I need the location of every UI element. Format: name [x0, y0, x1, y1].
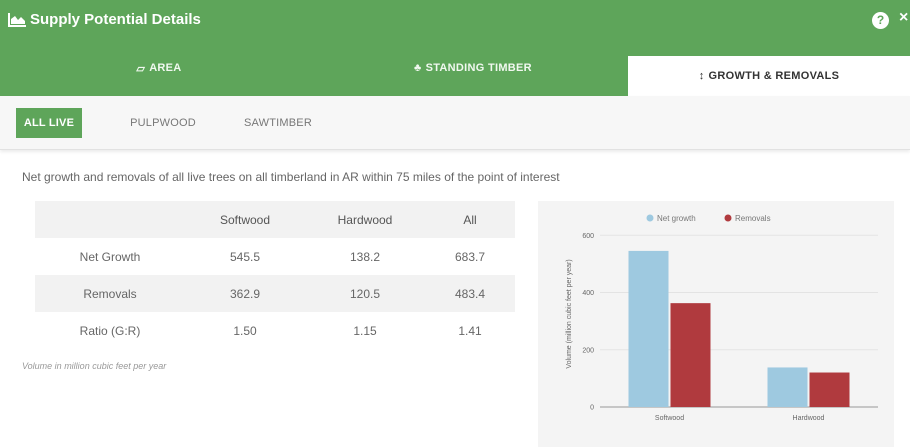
- table-cell: 483.4: [425, 275, 515, 312]
- title-bar: Supply Potential Details ? ×: [0, 0, 910, 40]
- table-cell: 1.41: [458, 323, 482, 338]
- area-chart-icon: [8, 13, 26, 27]
- tab-growth-removals[interactable]: ↕ GROWTH & REMOVALS: [628, 56, 910, 96]
- tree-icon: ♣: [414, 62, 422, 74]
- tab-label: GROWTH & REMOVALS: [708, 70, 840, 82]
- x-tick-label: Softwood: [655, 415, 684, 422]
- legend-marker: [724, 214, 732, 222]
- legend-label: Removals: [735, 214, 771, 223]
- table-row: Ratio (G:R) 1.50 1.15 1.41: [35, 312, 515, 349]
- y-tick-label: 200: [582, 347, 594, 354]
- bar-removals: [670, 303, 711, 407]
- table-cell: 545.5: [229, 249, 261, 264]
- y-tick-label: 0: [590, 405, 594, 412]
- tab-label: STANDING TIMBER: [425, 62, 532, 74]
- subtab-bar: ALL LIVE PULPWOOD SAWTIMBER: [0, 96, 910, 150]
- subtab-all-live[interactable]: ALL LIVE: [16, 108, 82, 138]
- table-cell: 120.5: [305, 275, 425, 312]
- question-icon[interactable]: ?: [872, 12, 889, 29]
- chart-panel: 0 200 400 600 Volume (million cubic feet per…: [538, 201, 894, 447]
- window-title: Supply Potential Details: [30, 11, 201, 28]
- x-tick-label: Hardwood: [793, 415, 825, 422]
- y-tick-label: 600: [582, 233, 594, 240]
- table-header-cell: [35, 201, 185, 238]
- subtab-sawtimber[interactable]: SAWTIMBER: [228, 108, 328, 138]
- table-cell: 138.2: [349, 249, 381, 264]
- tab-standing-timber[interactable]: ♣ STANDING TIMBER: [318, 40, 628, 96]
- table-cell: 1.15: [353, 323, 377, 338]
- y-axis-label: Volume (million cubic feet per year): [566, 259, 573, 368]
- area-icon: ▱: [136, 62, 146, 75]
- y-tick-label: 400: [582, 290, 594, 297]
- description: Net growth and removals of all live tree…: [22, 170, 560, 184]
- data-table: Softwood Hardwood All Net Growth 545.5 1…: [35, 201, 515, 349]
- table-row-label: Removals: [35, 275, 185, 312]
- bar-net-growth: [767, 367, 808, 407]
- bar-chart: 0 200 400 600 Volume (million cubic feet per…: [566, 214, 878, 422]
- tab-label: AREA: [149, 62, 182, 74]
- legend-label: Net growth: [657, 214, 696, 223]
- table-footnote: Volume in million cubic feet per year: [22, 361, 167, 371]
- table-row-label: Ratio (G:R): [79, 323, 141, 338]
- table-cell: 362.9: [185, 275, 305, 312]
- table-header-row: Softwood Hardwood All: [35, 201, 515, 238]
- bar-net-growth: [628, 250, 669, 407]
- close-icon[interactable]: ×: [899, 9, 908, 27]
- bar-removals: [809, 372, 850, 407]
- tab-area[interactable]: ▱ AREA: [0, 40, 318, 96]
- subtab-pulpwood[interactable]: PULPWOOD: [118, 108, 208, 138]
- table-header-cell: Softwood: [185, 201, 305, 238]
- table-row-label: Net Growth: [79, 249, 141, 264]
- legend-marker: [646, 214, 654, 222]
- table-row: Removals 362.9 120.5 483.4: [35, 275, 515, 312]
- table-header-cell: All: [425, 201, 515, 238]
- arrows-vertical-icon: ↕: [698, 70, 705, 82]
- table-cell: 1.50: [233, 323, 257, 338]
- table-header-cell: Hardwood: [305, 201, 425, 238]
- tab-bar: ▱ AREA ♣ STANDING TIMBER ↕ GROWTH & REMO…: [0, 40, 910, 96]
- table-cell: 683.7: [454, 249, 486, 264]
- table-row: Net Growth 545.5 138.2 683.7: [35, 238, 515, 275]
